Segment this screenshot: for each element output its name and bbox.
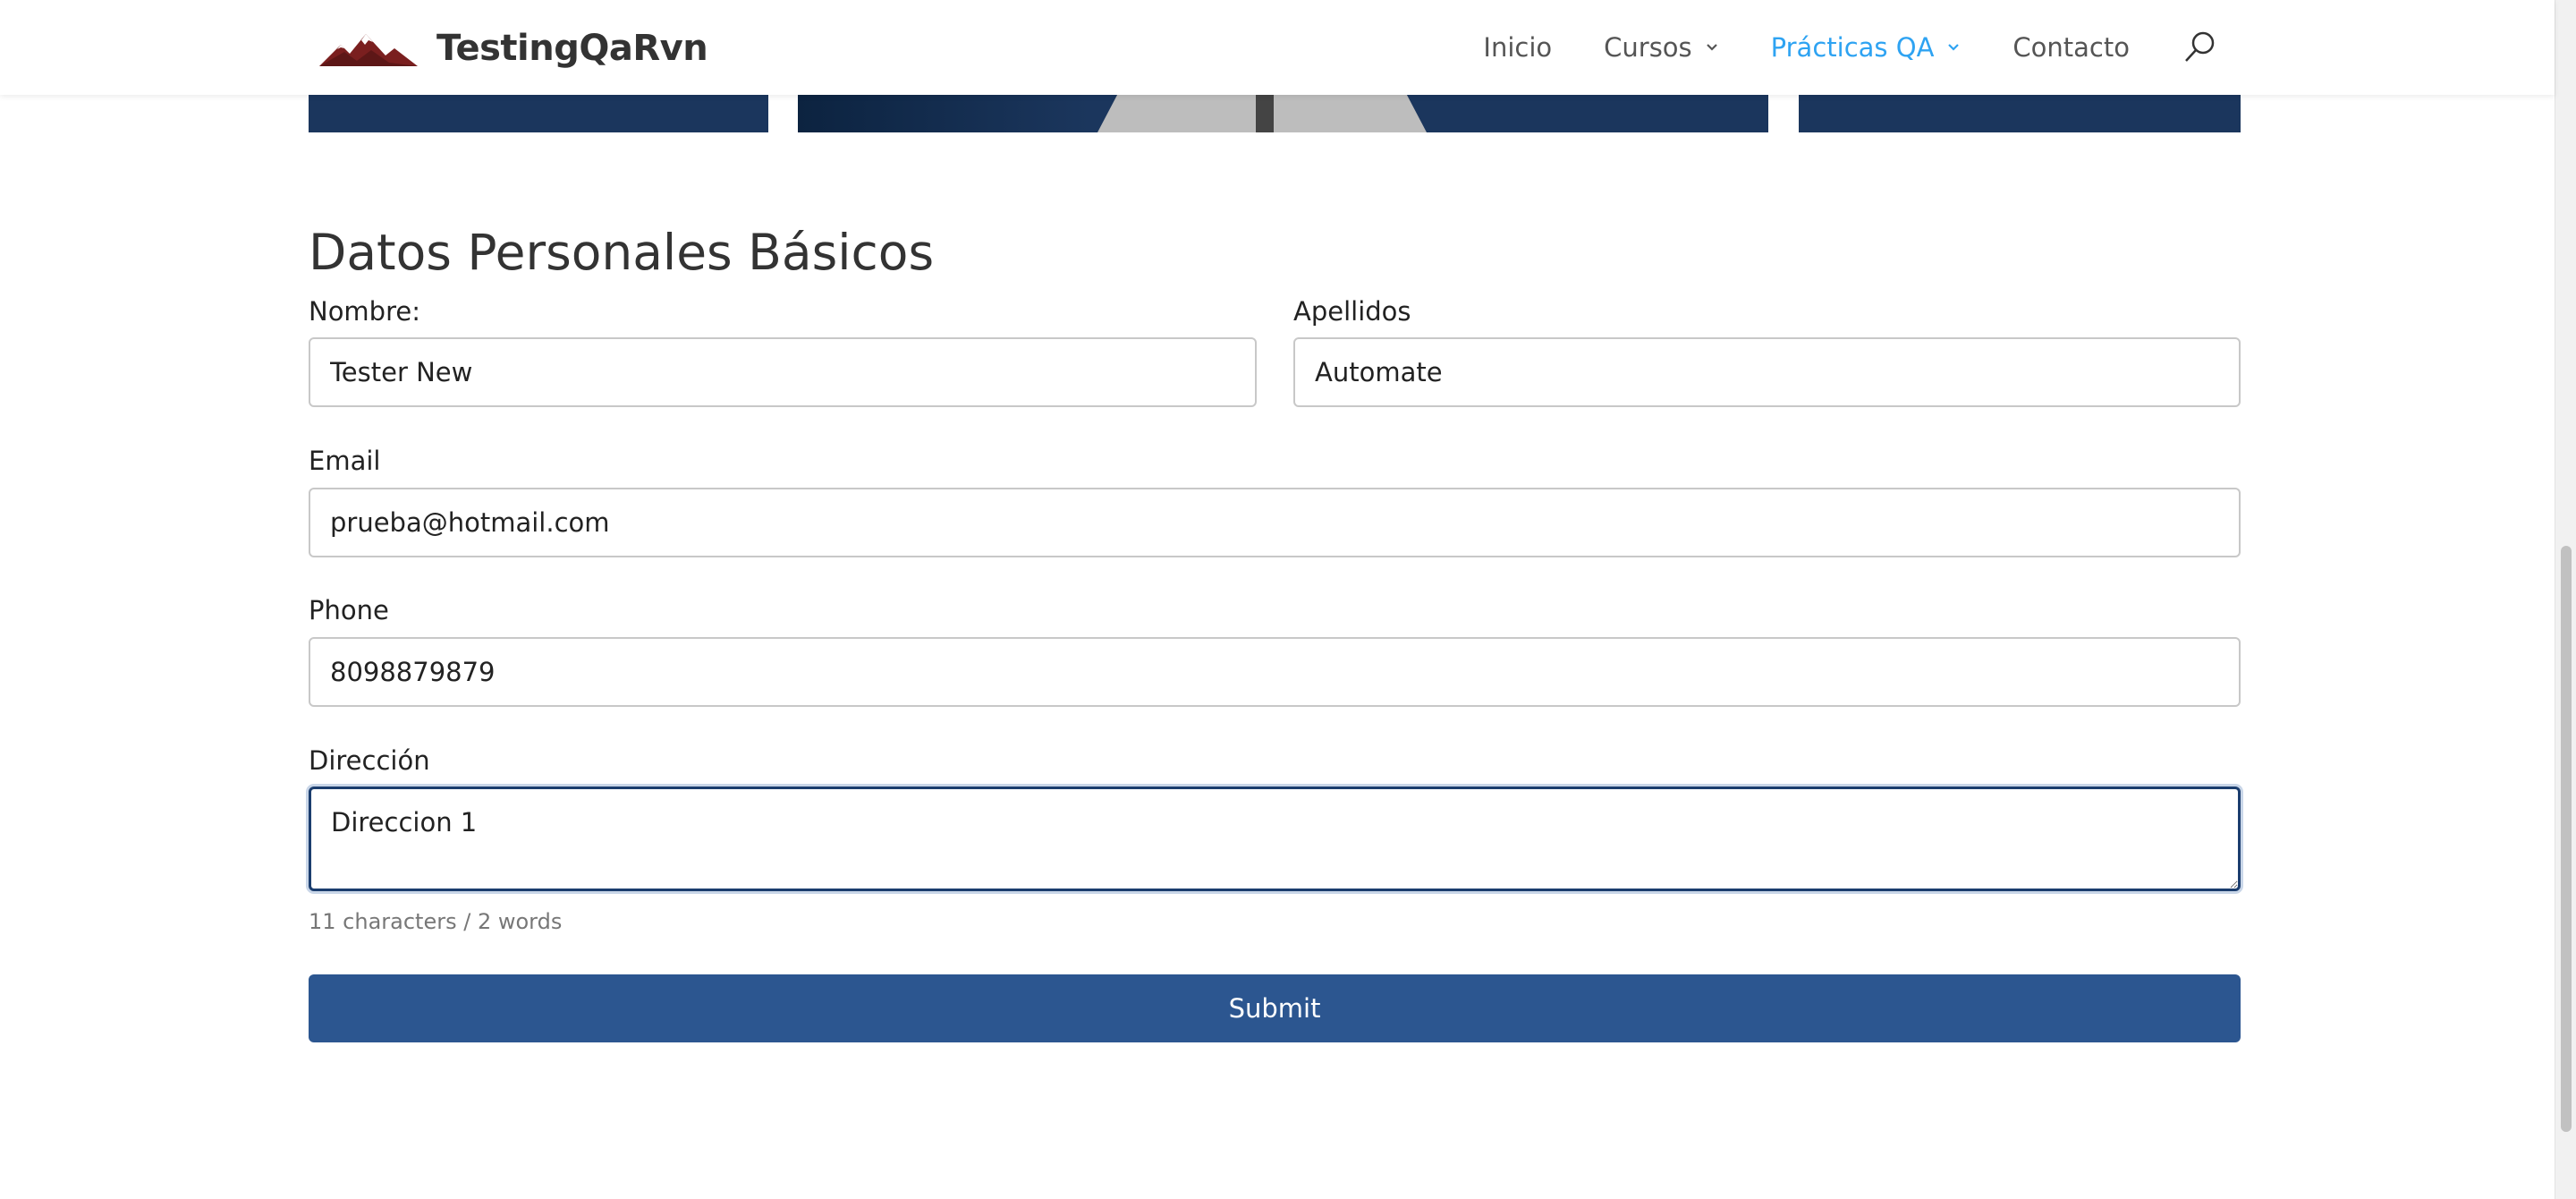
nav-item-label: Prácticas QA	[1770, 32, 1935, 63]
mountain-logo-icon	[319, 34, 418, 66]
nav-item-contacto[interactable]: Contacto	[2012, 32, 2130, 63]
nombre-label: Nombre:	[309, 296, 420, 327]
logo[interactable]: TestingQaRvn	[318, 23, 708, 73]
direccion-label: Dirección	[309, 745, 430, 776]
hero-image-right	[1799, 95, 2241, 132]
scrollbar[interactable]	[2555, 0, 2576, 1199]
brand-name: TestingQaRvn	[436, 28, 708, 69]
submit-button[interactable]: Submit	[309, 974, 2241, 1042]
chevron-down-icon	[1948, 44, 1960, 51]
direccion-textarea[interactable]: Direccion 1	[309, 787, 2241, 891]
main-nav: Inicio Cursos Prácticas QA Contacto	[1431, 0, 2217, 95]
nav-item-practicas-qa[interactable]: Prácticas QA	[1771, 32, 1962, 63]
form-title: Datos Personales Básicos	[309, 224, 935, 281]
site-header: TestingQaRvn Inicio Cursos Prácticas QA …	[0, 0, 2555, 95]
email-label: Email	[309, 446, 381, 476]
nav-item-label: Inicio	[1483, 32, 1553, 63]
nav-item-inicio[interactable]: Inicio	[1483, 32, 1552, 63]
apellidos-label: Apellidos	[1293, 296, 1411, 327]
phone-input[interactable]	[309, 637, 2241, 707]
page: TestingQaRvn Inicio Cursos Prácticas QA …	[0, 0, 2576, 1199]
scrollbar-thumb[interactable]	[2561, 546, 2572, 1132]
nombre-input[interactable]	[309, 337, 1257, 407]
hero-image-left	[309, 95, 768, 132]
character-counter: 11 characters / 2 words	[309, 909, 563, 934]
chevron-down-icon	[1706, 44, 1717, 51]
apellidos-input[interactable]	[1293, 337, 2241, 407]
search-icon[interactable]	[2182, 30, 2217, 65]
phone-label: Phone	[309, 595, 389, 625]
hero-image-center	[798, 95, 1768, 132]
nav-item-label: Contacto	[2012, 32, 2130, 63]
nav-item-cursos[interactable]: Cursos	[1604, 32, 1719, 63]
email-input[interactable]	[309, 488, 2241, 557]
nav-item-label: Cursos	[1604, 32, 1692, 63]
